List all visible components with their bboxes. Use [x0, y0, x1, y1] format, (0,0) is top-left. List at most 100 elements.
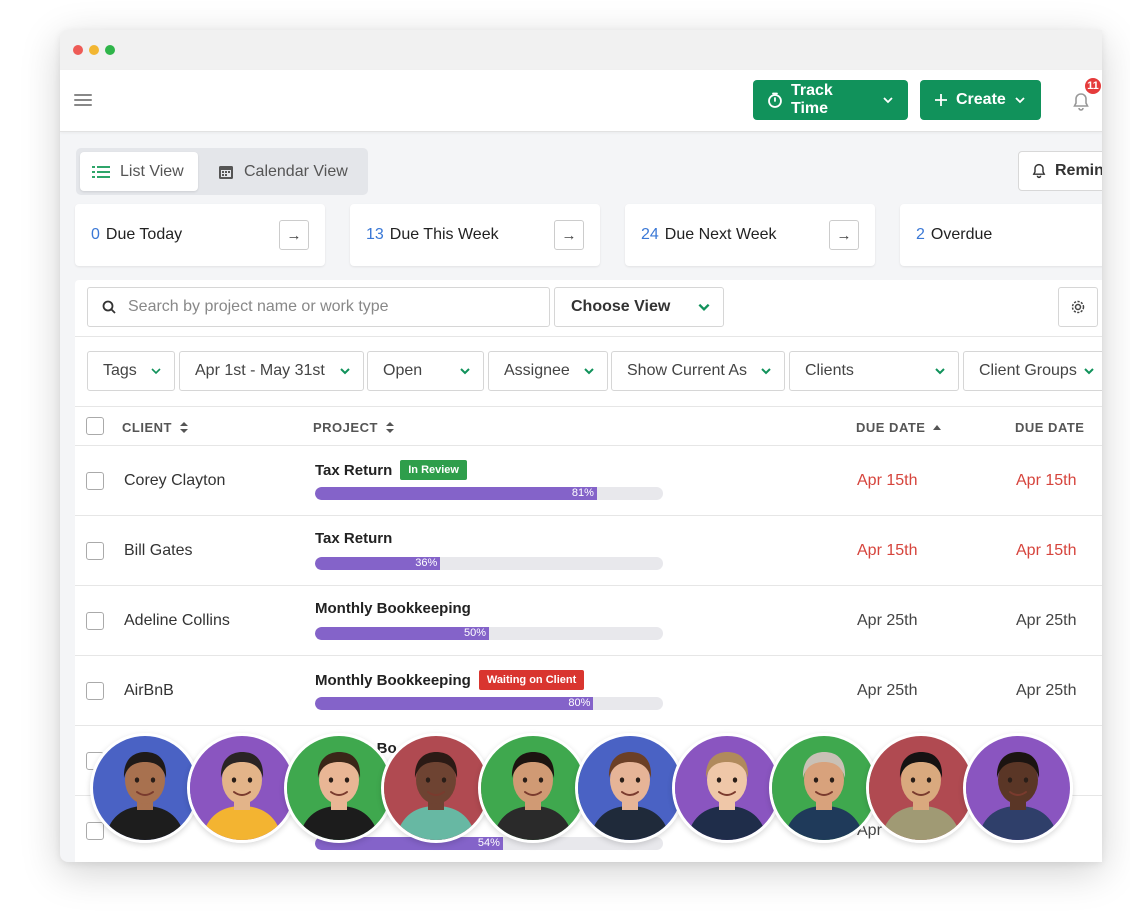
list-view-label: List View [120, 162, 184, 180]
settings-gear-button[interactable] [1058, 287, 1098, 327]
filter-label: Tags [103, 362, 137, 379]
chevron-down-icon [1084, 368, 1094, 375]
table-row[interactable]: Adeline Collins Monthly Bookkeeping 50% Apr… [75, 586, 1102, 656]
table-row[interactable]: Corey Clayton Tax Return In Review 81% Apr 1… [75, 446, 1102, 516]
row-checkbox[interactable] [86, 822, 104, 840]
choose-view-label: Choose View [571, 298, 671, 315]
due-this-week-card[interactable]: 13 Due This Week → [350, 204, 600, 266]
window-minimize-dot[interactable] [89, 45, 99, 55]
due-this-week-label: Due This Week [389, 226, 499, 243]
due-date-secondary: th [1016, 752, 1030, 769]
column-header-due-date[interactable]: DUE DATE [856, 420, 942, 435]
row-checkbox[interactable] [86, 612, 104, 630]
table-header: CLIENT PROJECT DUE DATE DUE DATE [75, 406, 1102, 446]
row-checkbox[interactable] [86, 472, 104, 490]
table-row[interactable]: AirBnB Monthly Bookkeeping Waiting on Clie… [75, 656, 1102, 726]
column-label: DUE DATE [1015, 420, 1085, 435]
calendar-view-tab[interactable]: Calendar View [206, 152, 366, 191]
plus-icon [935, 94, 947, 106]
create-label: Create [956, 91, 1006, 108]
view-toggle: List View Calendar View [76, 148, 368, 195]
window-close-dot[interactable] [73, 45, 83, 55]
filter-tags[interactable]: Tags [87, 351, 175, 391]
due-date: Apr 25th [857, 682, 918, 699]
filter-clients[interactable]: Clients [789, 351, 959, 391]
filter-assignee[interactable]: Assignee [488, 351, 608, 391]
chevron-down-icon [340, 368, 350, 375]
project-name: Monthly Bookkeeping [315, 600, 471, 617]
chevron-down-icon [1015, 97, 1025, 104]
search-input[interactable]: Search by project name or work type [87, 287, 550, 327]
chevron-down-icon [761, 368, 771, 375]
search-icon [102, 300, 116, 314]
client-name[interactable]: Corey Clayton [124, 472, 225, 490]
project-cell[interactable]: Monthly Bookkeeping Waiting on Client [315, 670, 585, 690]
filter-date-range[interactable]: Apr 1st - May 31st [179, 351, 364, 391]
client-name[interactable]: Adeline Collins [124, 612, 230, 630]
arrow-right-icon[interactable]: → [829, 220, 859, 250]
progress-bar: 80% [315, 697, 663, 710]
due-date-secondary: Apr 15th [1016, 472, 1077, 489]
table-row[interactable]: Monthly Bo th [75, 726, 1102, 796]
due-date-secondary: Apr 25th [1016, 612, 1077, 629]
due-date: Apr 25th [857, 612, 918, 629]
list-icon [92, 165, 110, 178]
menu-icon[interactable] [74, 94, 92, 106]
calendar-icon [219, 165, 233, 179]
filter-label: Open [383, 362, 423, 379]
progress-label: 36% [415, 557, 438, 569]
due-date-secondary: Apr 15th [1016, 542, 1077, 559]
client-name[interactable]: Bill Gates [124, 542, 192, 560]
due-today-label: Due Today [105, 226, 183, 243]
due-this-week-count: 13 [366, 226, 384, 243]
column-label: DUE DATE [856, 420, 926, 435]
filter-status[interactable]: Open [367, 351, 484, 391]
table-row[interactable]: Bill Gates Tax Return 36% Apr 15th Apr 15th [75, 516, 1102, 586]
filter-client-groups[interactable]: Client Groups [963, 351, 1102, 391]
project-name: Monthly Bookkeeping [315, 671, 471, 689]
list-view-tab[interactable]: List View [80, 152, 198, 191]
column-header-client[interactable]: CLIENT [122, 420, 188, 435]
window-maximize-dot[interactable] [105, 45, 115, 55]
progress-fill: 54% [315, 837, 503, 850]
track-time-button[interactable]: Track Time [753, 80, 908, 120]
create-button[interactable]: Create [920, 80, 1041, 120]
chevron-down-icon [883, 97, 893, 104]
column-header-project[interactable]: PROJECT [313, 420, 394, 435]
arrow-right-icon[interactable]: → [554, 220, 584, 250]
project-cell[interactable]: Monthly Bookkeeping [315, 600, 471, 617]
due-next-week-card[interactable]: 24 Due Next Week → [625, 204, 875, 266]
choose-view-select[interactable]: Choose View [554, 287, 724, 327]
row-checkbox[interactable] [86, 752, 104, 770]
table-row[interactable]: 54% Apr 5th [75, 796, 1102, 862]
due-today-card[interactable]: 0 Due Today → [75, 204, 325, 266]
work-list-panel: Search by project name or work type Choo… [75, 280, 1102, 862]
sort-icon [179, 422, 188, 433]
app-window: Track Time Create 11 List View Calendar … [60, 30, 1102, 862]
bell-icon [1032, 163, 1046, 179]
filter-show-current-as[interactable]: Show Current As [611, 351, 785, 391]
arrow-right-icon[interactable]: → [279, 220, 309, 250]
row-checkbox[interactable] [86, 542, 104, 560]
reminders-label: Remin [1055, 162, 1102, 179]
project-cell[interactable]: Monthly Bo [315, 740, 397, 757]
project-cell[interactable]: Tax Return [315, 530, 392, 547]
sort-ascending-icon [933, 425, 942, 430]
stopwatch-icon [768, 92, 782, 108]
top-navbar: Track Time Create 11 [60, 70, 1102, 132]
project-cell[interactable]: Tax Return In Review [315, 460, 467, 480]
select-all-checkbox[interactable] [86, 417, 104, 435]
project-name: Tax Return [315, 461, 393, 479]
row-checkbox[interactable] [86, 682, 104, 700]
notification-count-badge: 11 [1083, 76, 1102, 96]
track-time-label: Track Time [790, 82, 833, 117]
chevron-down-icon [584, 368, 594, 375]
overdue-card[interactable]: 2 Overdue [900, 204, 1102, 266]
column-header-due-date-2[interactable]: DUE DATE [1015, 420, 1084, 435]
chevron-down-icon [698, 303, 710, 311]
chevron-down-icon [460, 368, 470, 375]
filter-label: Apr 1st - May 31st [195, 362, 325, 379]
client-name[interactable]: AirBnB [124, 682, 174, 700]
reminders-button[interactable]: Remin [1018, 151, 1102, 191]
due-next-week-label: Due Next Week [664, 226, 777, 243]
